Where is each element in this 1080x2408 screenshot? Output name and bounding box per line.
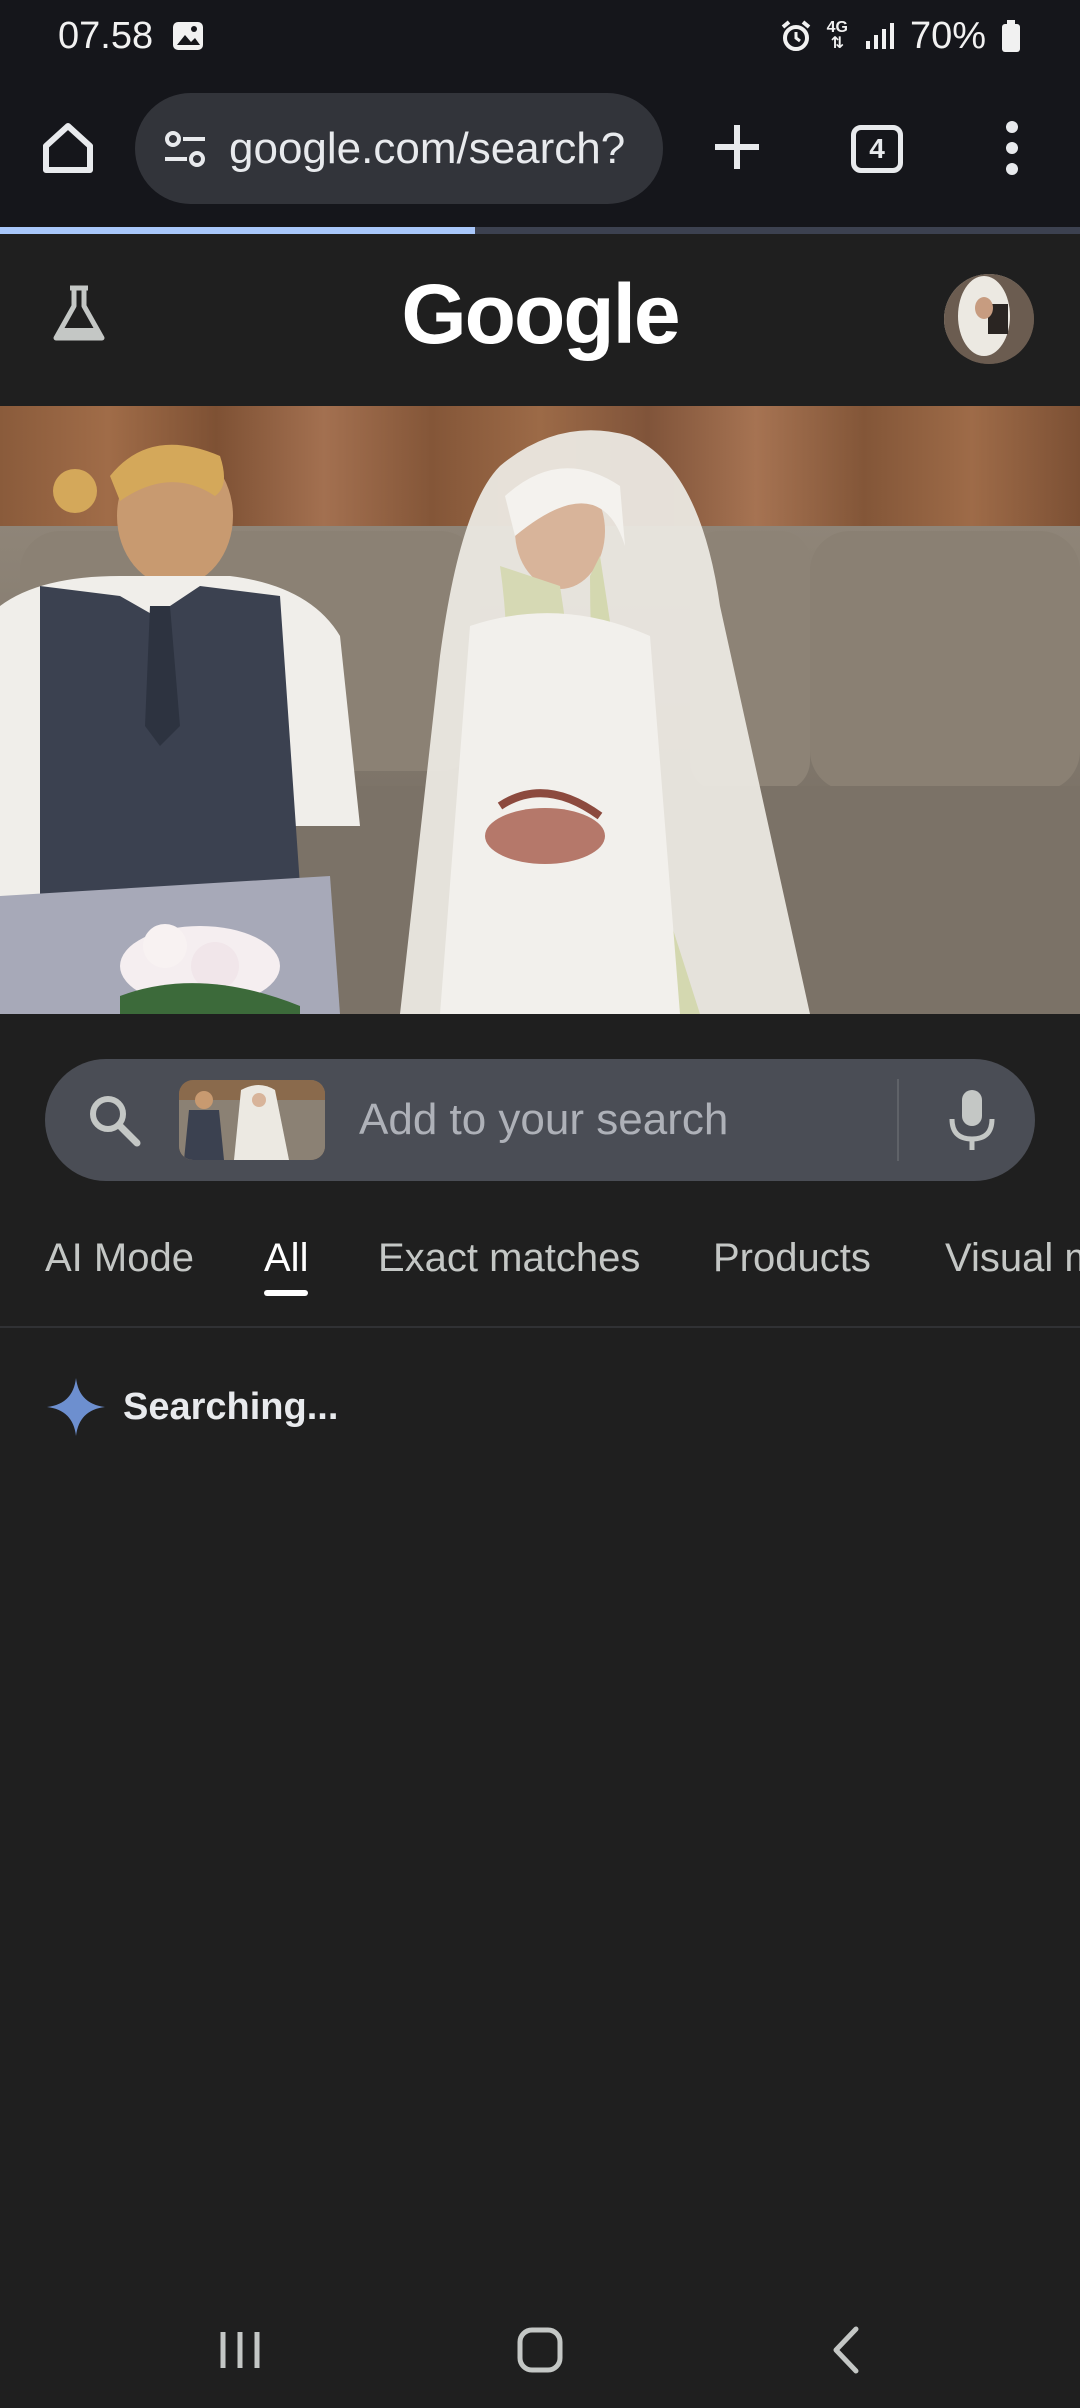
home-button-icon[interactable] — [508, 2318, 572, 2382]
menu-dot — [1006, 141, 1018, 154]
tab-label: Exact matches — [378, 1236, 641, 1280]
page-load-progress-bar — [0, 227, 1080, 234]
signal-icon — [862, 19, 896, 53]
tab-all[interactable]: All — [264, 1220, 309, 1320]
google-logo[interactable]: Google — [0, 266, 1080, 363]
status-time: 07.58 — [58, 14, 154, 57]
add-to-search-bar[interactable]: Add to your search — [45, 1059, 1035, 1181]
status-bar: 07.58 4G ⇅ 70% — [0, 0, 1080, 72]
gallery-icon — [171, 19, 205, 53]
site-settings-icon[interactable] — [155, 119, 215, 179]
battery-percent: 70% — [909, 14, 986, 57]
sparkle-icon — [45, 1376, 107, 1438]
tab-switcher-icon[interactable]: 4 — [851, 125, 903, 173]
system-navigation-bar — [0, 2290, 1080, 2408]
search-placeholder[interactable]: Add to your search — [359, 1059, 728, 1181]
google-header: Google — [0, 234, 1080, 406]
data-arrows-glyph: ⇅ — [830, 35, 844, 52]
battery-icon — [1000, 19, 1022, 53]
more-menu-icon[interactable] — [992, 116, 1032, 180]
back-icon[interactable] — [814, 2318, 878, 2382]
tab-label: AI Mode — [45, 1236, 194, 1280]
tab-count: 4 — [869, 133, 885, 164]
searching-text: Searching... — [123, 1385, 339, 1428]
address-bar[interactable]: google.com/search? — [135, 93, 663, 204]
browser-toolbar: google.com/search? 4 — [0, 72, 1080, 228]
tab-products[interactable]: Products — [713, 1220, 871, 1320]
tab-exact-matches[interactable]: Exact matches — [378, 1220, 640, 1320]
tab-label: All — [264, 1236, 309, 1280]
new-tab-icon[interactable] — [706, 116, 768, 178]
network-type-label: 4G — [826, 19, 848, 36]
searching-status: Searching... — [45, 1374, 338, 1440]
search-tabs: AI Mode All Exact matches Products Visua… — [0, 1220, 1080, 1328]
microphone-icon[interactable] — [945, 1087, 999, 1153]
tab-label: Products — [713, 1236, 871, 1280]
url-text[interactable]: google.com/search? — [229, 124, 625, 174]
data-arrows-icon: 4G ⇅ — [827, 20, 848, 52]
active-tab-indicator — [264, 1290, 309, 1296]
tab-visual-matches[interactable]: Visual m — [945, 1220, 1080, 1320]
menu-dot — [1006, 163, 1018, 176]
alarm-icon — [779, 19, 813, 53]
search-icon — [83, 1089, 145, 1151]
search-divider — [897, 1079, 899, 1161]
search-image-preview[interactable] — [0, 406, 1080, 1014]
account-avatar[interactable] — [944, 274, 1034, 364]
menu-dot — [1006, 120, 1018, 133]
tab-ai-mode[interactable]: AI Mode — [45, 1220, 194, 1320]
tab-label: Visual m — [945, 1236, 1080, 1280]
image-thumbnail[interactable] — [179, 1080, 325, 1160]
home-icon[interactable] — [36, 116, 100, 180]
recent-apps-icon[interactable] — [208, 2318, 272, 2382]
page-load-progress-fill — [0, 227, 476, 234]
